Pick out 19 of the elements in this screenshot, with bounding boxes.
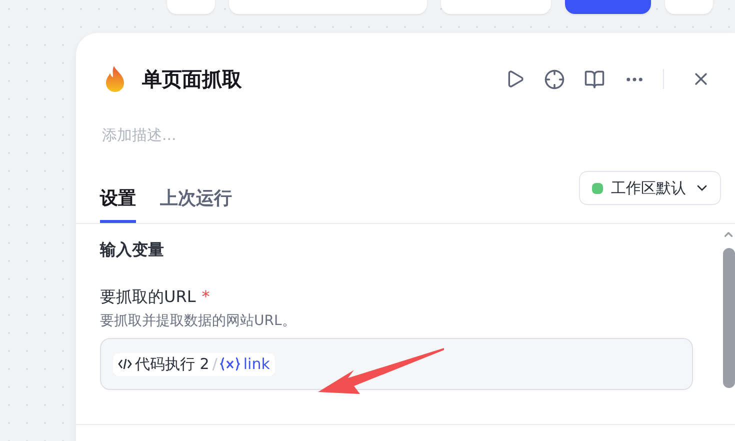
variable-chip[interactable]: 代码执行 2 / link [113,352,275,376]
variable-name: link [243,355,270,373]
section-title: 输入变量 [100,240,165,261]
field-help: 要抓取并提取数据的网站URL。 [100,312,297,330]
environment-dropdown[interactable]: 工作区默认 [579,171,721,205]
path-separator: / [212,355,218,373]
panel-title: 单页面抓取 [142,66,243,92]
url-field[interactable]: 代码执行 2 / link [100,338,693,390]
required-mark: * [202,287,210,308]
environment-label: 工作区默认 [611,178,686,198]
book-icon[interactable] [584,68,605,90]
field-label: 要抓取的URL [100,287,196,308]
node-name: 代码执行 2 [135,354,210,374]
tab[interactable]: 上次运行 [160,186,232,223]
variable-icon [220,357,240,371]
code-icon [118,358,132,370]
flame-icon [104,65,126,93]
tab[interactable]: 设置 [100,186,136,223]
crosshair-icon[interactable] [544,68,565,90]
